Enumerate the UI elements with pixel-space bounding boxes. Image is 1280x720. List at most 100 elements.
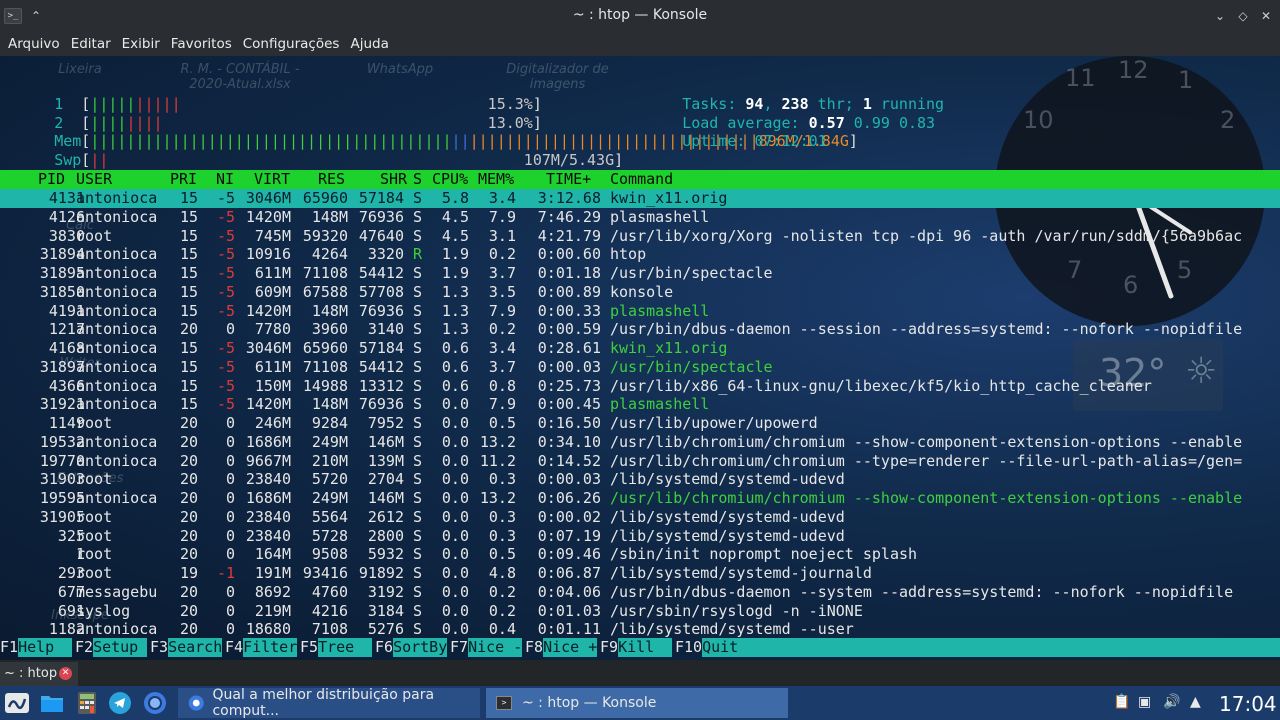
process-state: S xyxy=(413,282,423,301)
fkey-label: Kill xyxy=(618,638,673,657)
fkey-f5[interactable]: F5Tree xyxy=(300,638,373,657)
fkey-f4[interactable]: F4Filter xyxy=(225,638,298,657)
process-shr: 57184 xyxy=(358,189,404,207)
process-row[interactable]: 31850 antonioca 15 -5 609M 67588 57708 S 1.3 3.5 0… xyxy=(0,283,1280,302)
process-shr: 7952 xyxy=(367,414,404,432)
process-list[interactable]: 4131 antonioca 15 -5 3046M 65960 57184 S 5.8 3.4 3… xyxy=(0,189,1280,639)
process-row[interactable]: 4131 antonioca 15 -5 3046M 65960 57184 S 5.8 3.4 3… xyxy=(0,189,1280,208)
col-time[interactable]: TIME+ xyxy=(546,170,591,189)
process-row[interactable]: 293 root 19 -1 191M 93416 91892 S 0.0 4.8 0:06.87/… xyxy=(0,564,1280,583)
process-row[interactable]: 31905 root 20 0 23840 5564 2612 S 0.0 0.3 0:00.02/… xyxy=(0,508,1280,527)
process-row[interactable]: 691 syslog 20 0 219M 4216 3184 S 0.0 0.2 0:01.03/u… xyxy=(0,602,1280,621)
close-button[interactable]: ✕ xyxy=(1256,6,1276,26)
process-row[interactable]: 31921 antonioca 15 -5 1420M 148M 76936 S 0.0 7.9 0… xyxy=(0,395,1280,414)
maximize-button[interactable]: ◇ xyxy=(1233,6,1253,26)
file-manager-icon[interactable] xyxy=(38,689,66,717)
fkey-f1[interactable]: F1Help xyxy=(0,638,73,657)
process-virt: 745M xyxy=(254,226,291,245)
menu-exibir[interactable]: Exibir xyxy=(122,36,160,52)
fkey-f8[interactable]: F8Nice + xyxy=(525,638,598,657)
process-command: /lib/systemd/systemd-udevd xyxy=(610,526,845,545)
process-row[interactable]: 1149 root 20 0 246M 9284 7952 S 0.0 0.5 0:16.50/us… xyxy=(0,414,1280,433)
process-row[interactable]: 19770 antonioca 20 0 9667M 210M 139M S 0.0 11.2 0:… xyxy=(0,452,1280,471)
menu-configuracoes[interactable]: Configurações xyxy=(243,36,340,52)
process-cpu: 0.6 xyxy=(441,357,469,376)
process-row[interactable]: 31895 antonioca 15 -5 611M 71108 54412 S 1.9 3.7 0… xyxy=(0,264,1280,283)
process-pri: 20 xyxy=(179,620,198,639)
col-user[interactable]: USER xyxy=(76,170,112,189)
fkey-f6[interactable]: F6SortBy xyxy=(375,638,448,657)
col-pri[interactable]: PRI xyxy=(170,170,197,189)
window-titlebar[interactable]: >_ ⌃ ~ : htop — Konsole ⌄ ◇ ✕ xyxy=(0,0,1280,32)
digital-clock[interactable]: 17:04 xyxy=(1219,692,1277,716)
col-ni[interactable]: NI xyxy=(216,170,234,189)
col-res[interactable]: RES xyxy=(318,170,345,189)
process-table-header[interactable]: PID USER PRI NI VIRT RES SHR S CPU% MEM%… xyxy=(0,170,1280,189)
process-mem: 3.4 xyxy=(488,189,516,207)
process-row[interactable]: 677 messagebu 20 0 8692 4760 3192 S 0.0 0.2 0:04.0… xyxy=(0,583,1280,602)
fkey-label: Nice - xyxy=(468,638,523,657)
process-user: antonioca xyxy=(76,489,158,507)
menu-arquivo[interactable]: Arquivo xyxy=(8,36,60,52)
process-row[interactable]: 4168 antonioca 15 -5 3046M 65960 57184 S 0.6 3.4 0… xyxy=(0,339,1280,358)
process-row[interactable]: 1182 antonioca 20 0 18680 7108 5276 S 0.0 0.4 0:01… xyxy=(0,620,1280,639)
calculator-icon[interactable] xyxy=(74,689,100,717)
process-row[interactable]: 4126 antonioca 15 -5 1420M 148M 76936 S 4.5 7.9 7:… xyxy=(0,208,1280,227)
process-user: root xyxy=(76,470,113,489)
process-row[interactable]: 31897 antonioca 15 -5 611M 71108 54412 S 0.6 3.7 0… xyxy=(0,358,1280,377)
volume-icon[interactable]: 🔊 xyxy=(1163,694,1180,710)
minimize-button[interactable]: ⌄ xyxy=(1210,6,1230,26)
chromium-icon[interactable] xyxy=(141,689,169,717)
process-pri: 15 xyxy=(179,189,198,207)
process-row[interactable]: 31903 root 20 0 23840 5720 2704 S 0.0 0.3 0:00.03/… xyxy=(0,470,1280,489)
process-pri: 15 xyxy=(179,207,198,226)
task-chromium-window[interactable]: Qual a melhor distribuição para comput..… xyxy=(178,687,480,719)
fkey-key: F6 xyxy=(375,638,394,656)
process-res: 65960 xyxy=(302,189,348,207)
process-row[interactable]: 325 root 20 0 23840 5728 2800 S 0.0 0.3 0:07.19/li… xyxy=(0,527,1280,546)
process-pri: 20 xyxy=(179,489,198,507)
process-row[interactable]: 3830 root 15 -5 745M 59320 47640 S 4.5 3.1 4:21.79… xyxy=(0,227,1280,246)
fkey-f2[interactable]: F2Setup xyxy=(75,638,148,657)
process-row[interactable]: 4191 antonioca 15 -5 1420M 148M 76936 S 1.3 7.9 0:… xyxy=(0,302,1280,321)
telegram-icon[interactable] xyxy=(106,689,134,717)
process-row[interactable]: 31894 antonioca 15 -5 10916 4264 3320 R 1.9 0.2 0:… xyxy=(0,245,1280,264)
process-row[interactable]: 1217 antonioca 20 0 7780 3960 3140 S 1.3 0.2 0:00.… xyxy=(0,320,1280,339)
process-row[interactable]: 1 root 20 0 164M 9508 5932 S 0.0 0.5 0:09.46/sbin/… xyxy=(0,545,1280,564)
process-row[interactable]: 4366 antonioca 15 -5 150M 14988 13312 S 0.6 0.8 0:… xyxy=(0,377,1280,396)
col-virt[interactable]: VIRT xyxy=(254,170,290,189)
tab-htop[interactable]: ~ : htop ✕ xyxy=(0,662,78,686)
menu-editar[interactable]: Editar xyxy=(71,36,111,52)
col-shr[interactable]: SHR xyxy=(380,170,407,189)
process-res: 148M xyxy=(311,207,348,226)
col-command[interactable]: Command xyxy=(610,170,673,189)
fkey-f9[interactable]: F9Kill xyxy=(600,638,673,657)
fkey-label: SortBy xyxy=(393,638,448,657)
app-launcher-icon[interactable] xyxy=(2,689,32,717)
process-row[interactable]: 19532 antonioca 20 0 1686M 249M 146M S 0.0 13.2 0:… xyxy=(0,433,1280,452)
process-res: 71108 xyxy=(302,264,348,282)
fkey-f7[interactable]: F7Nice - xyxy=(450,638,523,657)
konsole-task-icon: > xyxy=(496,696,512,710)
process-ni: -5 xyxy=(216,282,235,301)
menu-favoritos[interactable]: Favoritos xyxy=(171,36,232,52)
process-time: 0:00.89 xyxy=(537,282,601,301)
clipboard-icon[interactable]: 📋 xyxy=(1113,694,1130,710)
col-pid[interactable]: PID xyxy=(38,170,65,189)
process-res: 4760 xyxy=(311,582,348,601)
network-icon[interactable]: ▣ xyxy=(1138,694,1151,710)
col-cpu[interactable]: CPU% xyxy=(432,170,468,189)
process-res: 65960 xyxy=(302,339,348,357)
col-mem[interactable]: MEM% xyxy=(478,170,514,189)
fkey-f3[interactable]: F3Search xyxy=(150,638,223,657)
process-state: S xyxy=(413,451,423,470)
terminal-view[interactable]: Lixeira R. M. - CONTÁBIL - 2020-Atual.xl… xyxy=(0,56,1280,660)
close-tab-icon[interactable]: ✕ xyxy=(59,667,72,680)
process-shr: 5276 xyxy=(367,620,404,639)
fkey-f10[interactable]: F10Quit xyxy=(675,638,1280,657)
menu-ajuda[interactable]: Ajuda xyxy=(350,36,388,52)
col-state[interactable]: S xyxy=(413,170,422,189)
task-konsole-window[interactable]: > ~ : htop — Konsole xyxy=(486,688,788,718)
process-row[interactable]: 19595 antonioca 20 0 1686M 249M 146M S 0.0 13.2 0:… xyxy=(0,489,1280,508)
expand-tray-icon[interactable]: ▲ xyxy=(1190,694,1201,710)
